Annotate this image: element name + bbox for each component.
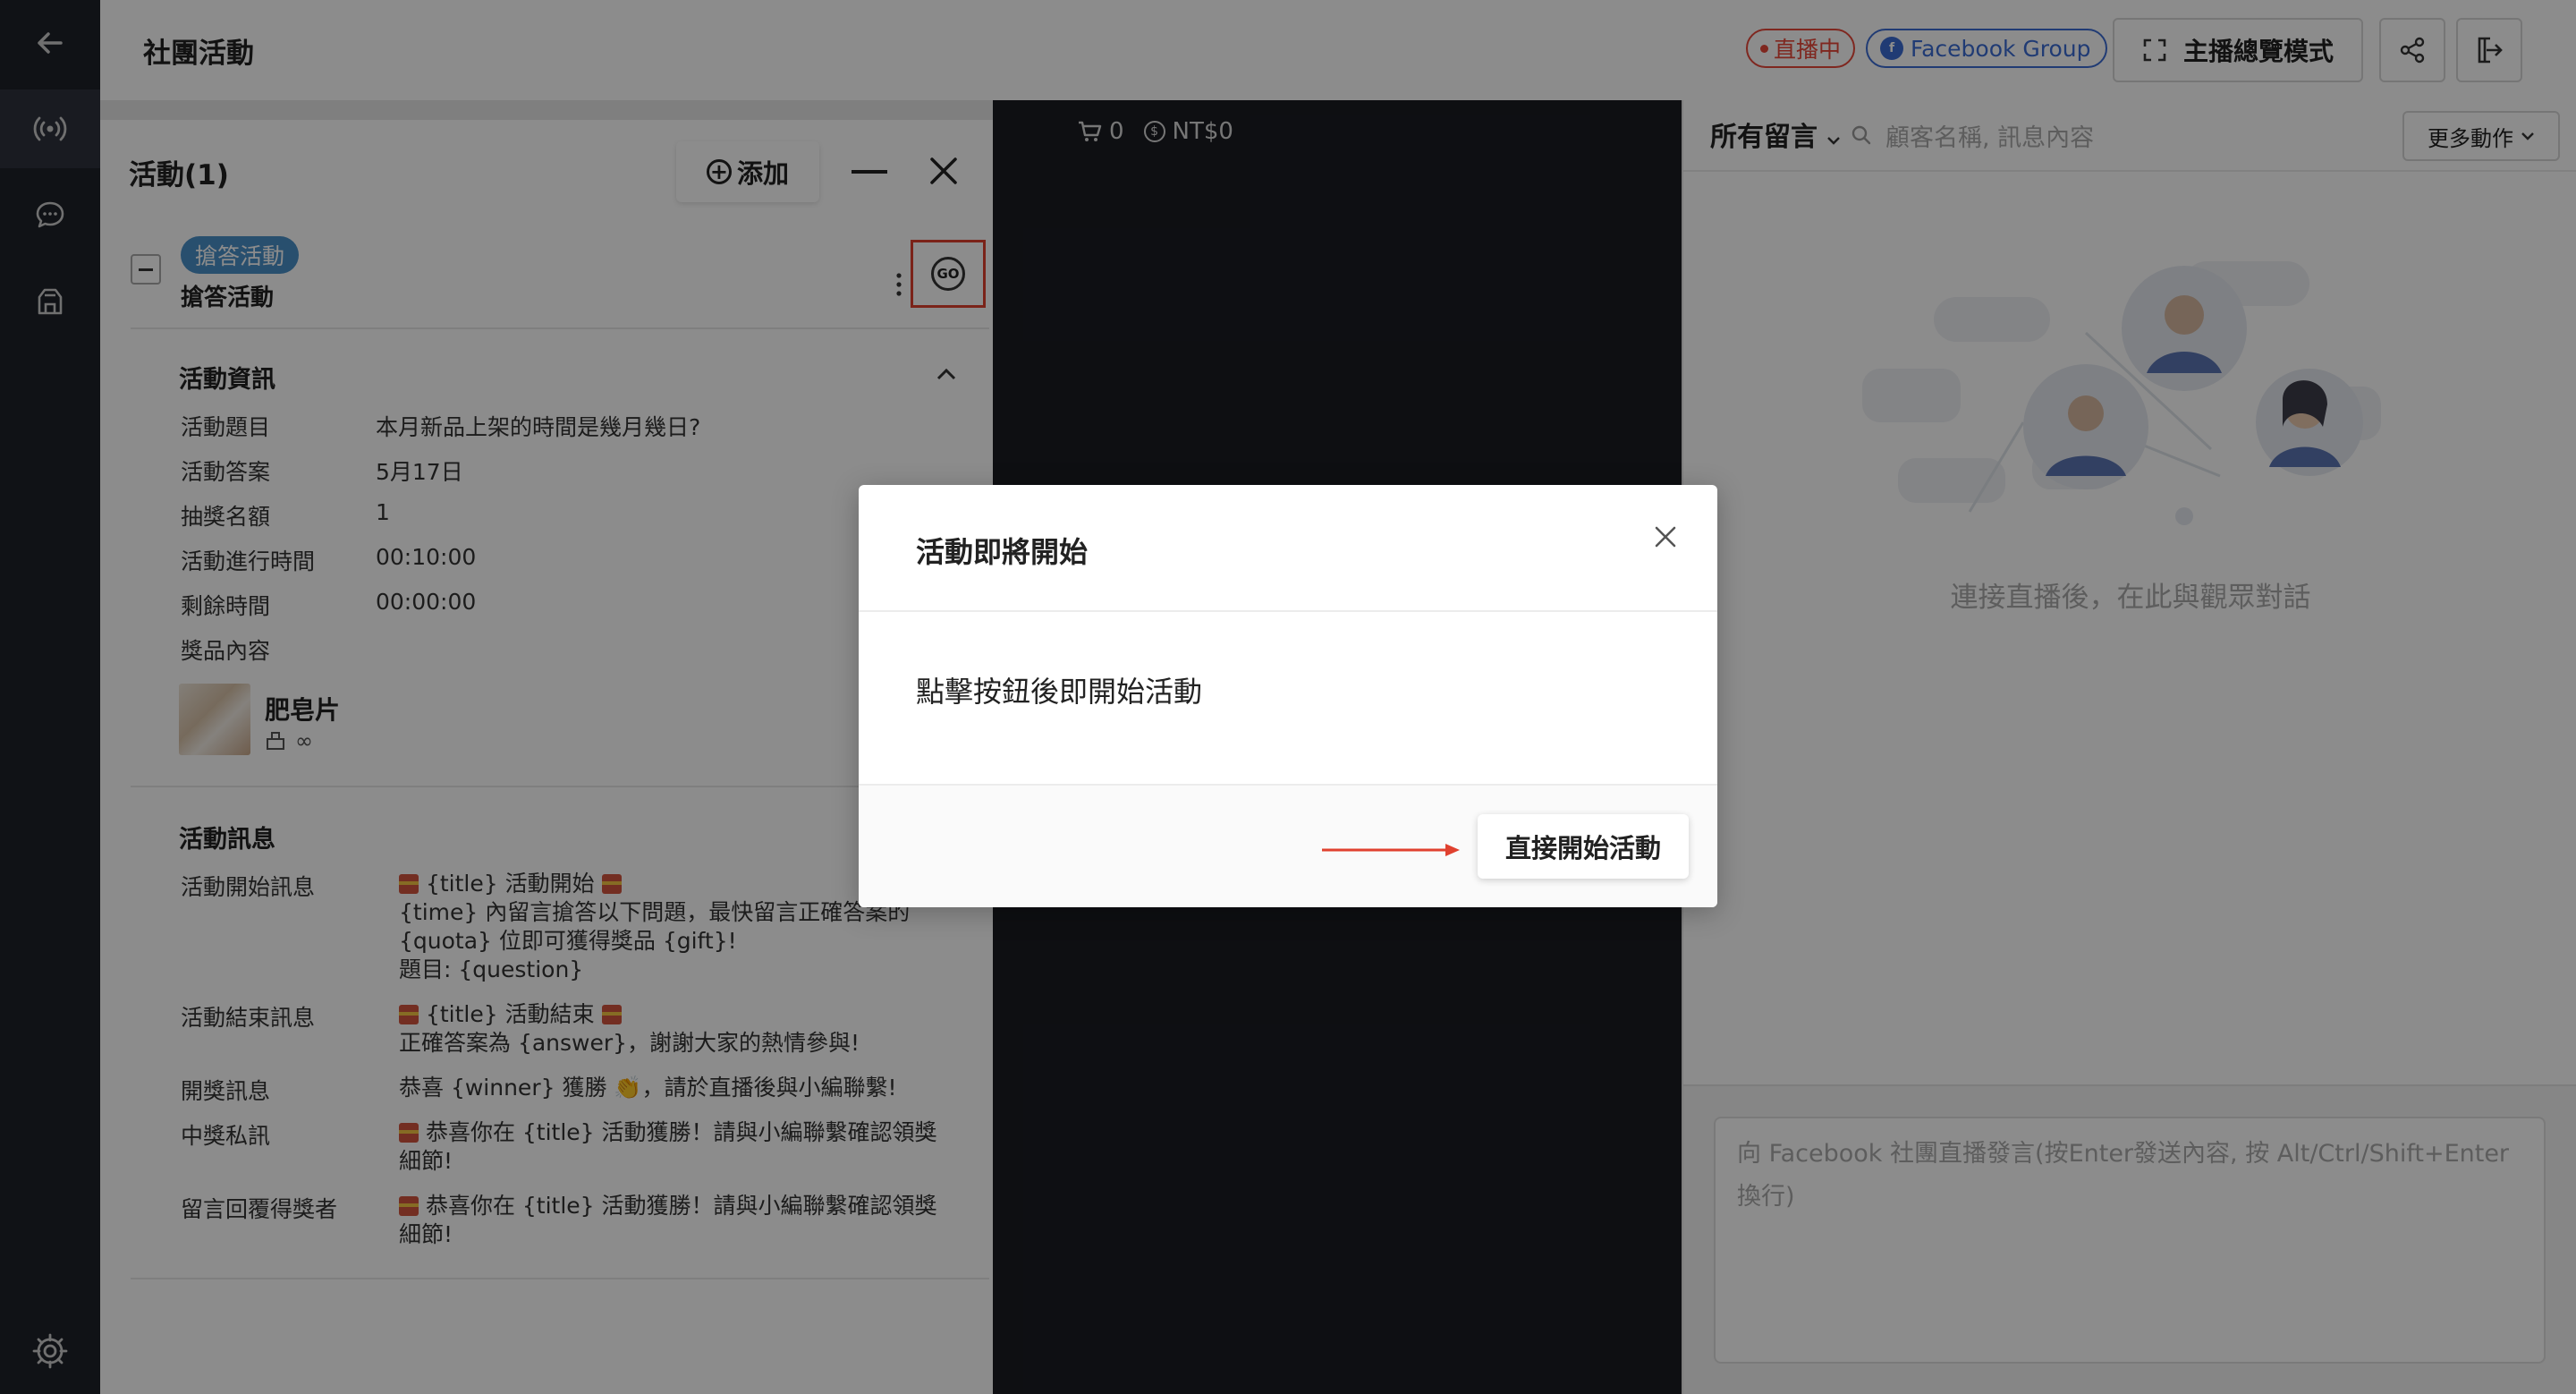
start-activity-button[interactable]: 直接開始活動	[1478, 814, 1689, 879]
close-icon[interactable]	[1651, 523, 1680, 551]
dialog-message: 點擊按鈕後即開始活動	[916, 675, 1203, 709]
dialog-title: 活動即將開始	[916, 535, 1089, 569]
arrow-right-icon	[1322, 844, 1460, 856]
dialog-footer: 直接開始活動	[859, 784, 1717, 907]
dialog-divider	[859, 610, 1717, 612]
start-activity-dialog: 活動即將開始 點擊按鈕後即開始活動 直接開始活動	[859, 485, 1717, 907]
